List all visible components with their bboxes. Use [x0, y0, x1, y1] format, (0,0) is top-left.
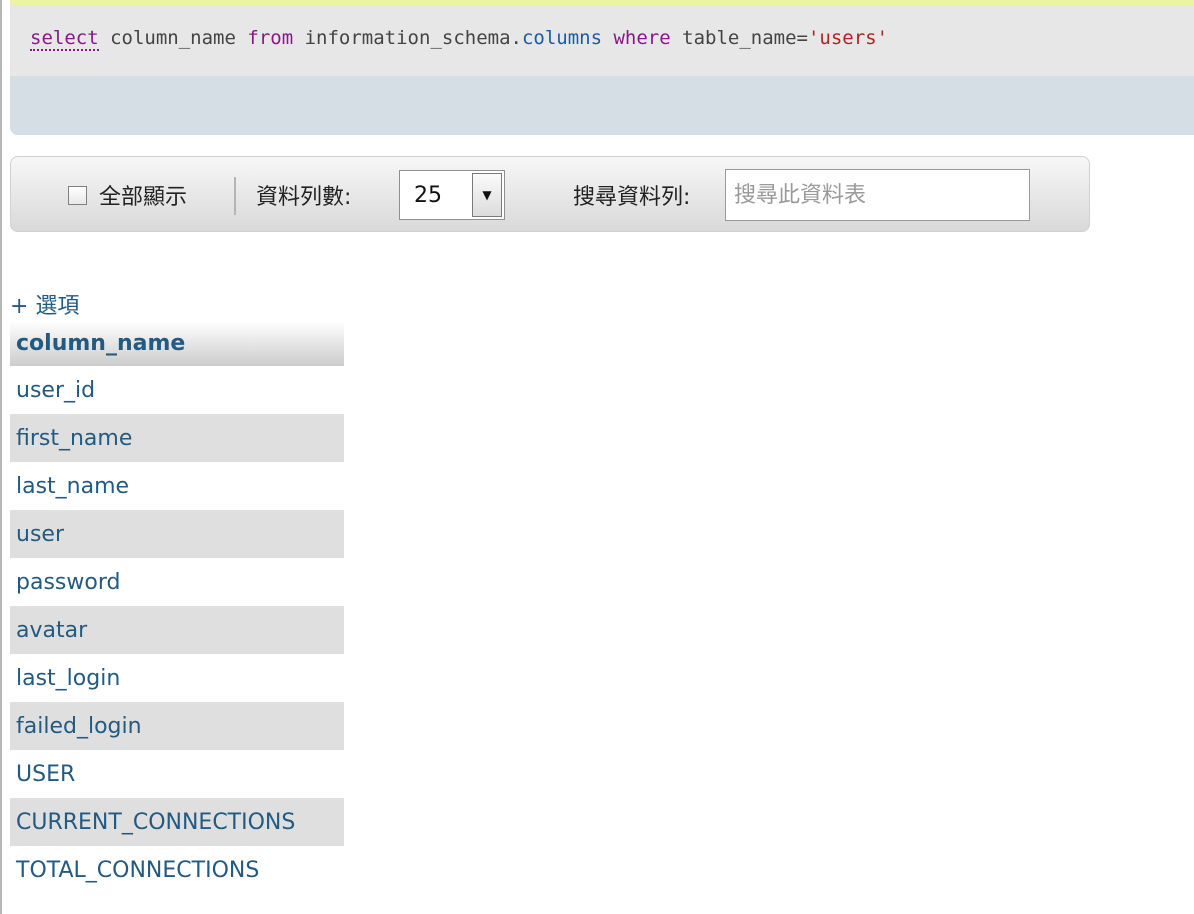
table-cell: last_name — [10, 462, 344, 510]
sql-value: 'users' — [807, 27, 889, 49]
left-border — [0, 0, 2, 914]
sql-keyword-from: from — [247, 27, 294, 49]
table-row[interactable]: avatar — [10, 606, 344, 654]
table-cell: avatar — [10, 606, 344, 654]
show-all-label: 全部顯示 — [99, 185, 188, 210]
sql-query-box: select column_name from information_sche… — [10, 0, 1194, 135]
table-row[interactable]: user_id — [10, 366, 344, 414]
sql-condition: table_name= — [682, 27, 808, 49]
sql-keyword-select[interactable]: select — [30, 27, 99, 51]
result-table: column_name user_id first_name last_name… — [10, 321, 344, 894]
table-row[interactable]: CURRENT_CONNECTIONS — [10, 798, 344, 846]
table-row[interactable]: password — [10, 558, 344, 606]
toolbar-separator — [234, 177, 236, 215]
table-row[interactable]: first_name — [10, 414, 344, 462]
rows-per-page-label: 資料列數: — [256, 185, 352, 210]
sql-column: column_name — [110, 27, 236, 49]
table-row[interactable]: user — [10, 510, 344, 558]
options-link[interactable]: + 選項 — [10, 288, 79, 320]
table-cell: password — [10, 558, 344, 606]
search-input[interactable] — [725, 169, 1030, 221]
sql-query-text: select column_name from information_sche… — [10, 5, 1194, 76]
table-row[interactable]: last_login — [10, 654, 344, 702]
table-cell: CURRENT_CONNECTIONS — [10, 798, 344, 846]
table-cell: user — [10, 510, 344, 558]
table-cell: USER — [10, 750, 344, 798]
table-row[interactable]: last_name — [10, 462, 344, 510]
navigation-toolbar: 全部顯示 資料列數: 25 ▼ 搜尋資料列: — [10, 156, 1090, 232]
column-header[interactable]: column_name — [10, 321, 344, 366]
table-row[interactable]: USER — [10, 750, 344, 798]
sql-table: columns — [521, 27, 603, 49]
table-cell: TOTAL_CONNECTIONS — [10, 846, 344, 894]
table-cell: first_name — [10, 414, 344, 462]
sql-schema: information_schema. — [304, 27, 522, 49]
rows-per-page-select[interactable]: 25 ▼ — [399, 170, 505, 220]
show-all-control[interactable]: 全部顯示 — [68, 157, 187, 233]
table-cell: user_id — [10, 366, 344, 414]
search-rows-label: 搜尋資料列: — [573, 185, 691, 210]
table-row[interactable]: failed_login — [10, 702, 344, 750]
chevron-down-icon[interactable]: ▼ — [472, 173, 502, 217]
checkbox-icon[interactable] — [68, 185, 87, 205]
table-row[interactable]: TOTAL_CONNECTIONS — [10, 846, 344, 894]
table-cell: failed_login — [10, 702, 344, 750]
rows-per-page-value: 25 — [414, 182, 442, 208]
sql-keyword-where: where — [613, 27, 671, 49]
table-cell: last_login — [10, 654, 344, 702]
